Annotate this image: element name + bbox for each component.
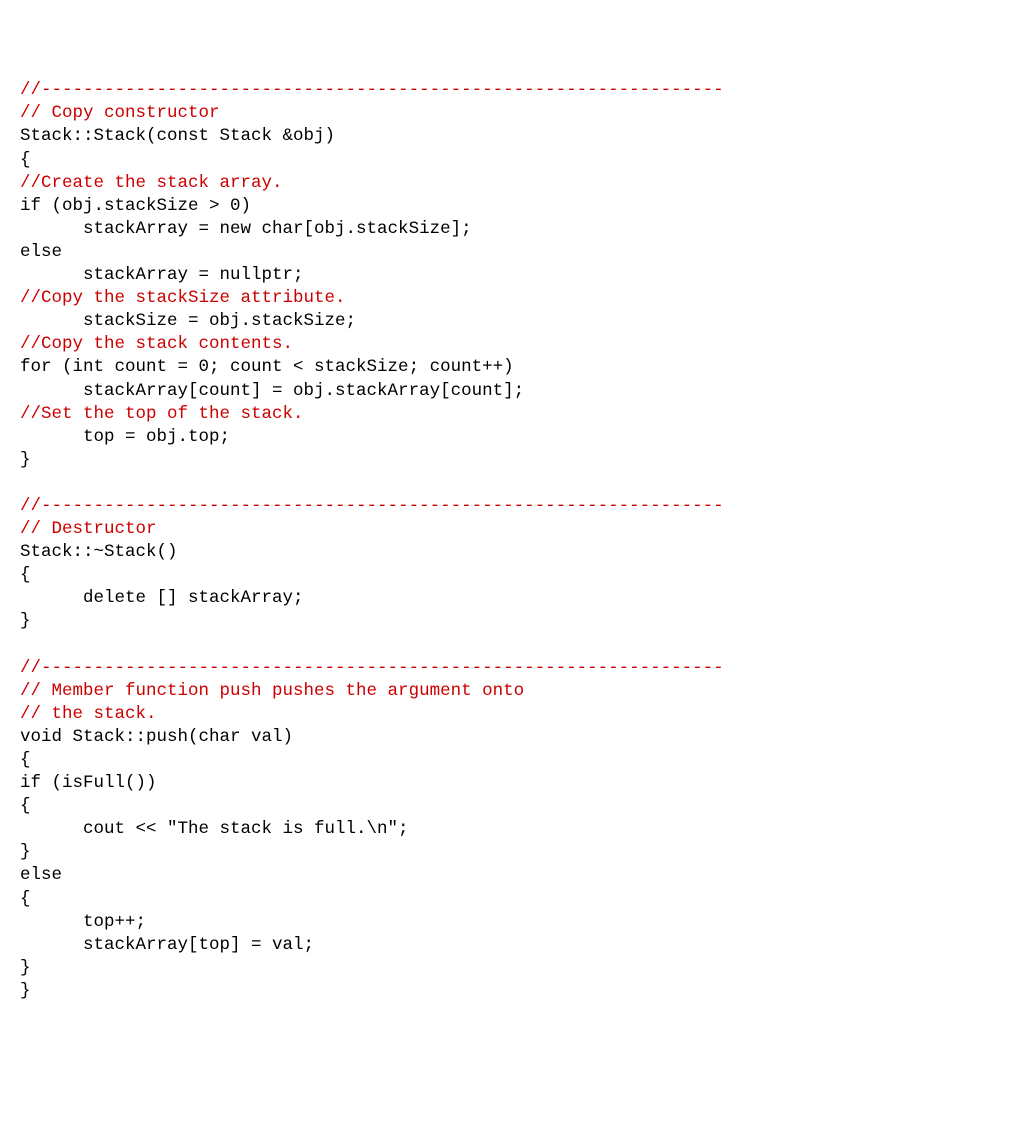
code-line: stackSize = obj.stackSize; <box>20 311 356 331</box>
code-line: { <box>20 796 31 816</box>
code-line: } <box>20 981 31 1001</box>
code-line: } <box>20 842 31 862</box>
code-line: //Set the top of the stack. <box>20 404 304 424</box>
code-line: if (isFull()) <box>20 773 157 793</box>
code-line: // Member function push pushes the argum… <box>20 681 524 701</box>
code-line: } <box>20 450 31 470</box>
code-line: // Destructor <box>20 519 157 539</box>
code-line: { <box>20 889 31 909</box>
code-line: if (obj.stackSize > 0) <box>20 196 251 216</box>
code-line: { <box>20 150 31 170</box>
code-line: void Stack::push(char val) <box>20 727 293 747</box>
code-line: stackArray = new char[obj.stackSize]; <box>20 219 472 239</box>
code-line: Stack::~Stack() <box>20 542 178 562</box>
code-line: top = obj.top; <box>20 427 230 447</box>
code-line: top++; <box>20 912 146 932</box>
code-line: // Copy constructor <box>20 103 220 123</box>
code-line: { <box>20 750 31 770</box>
code-line: //Create the stack array. <box>20 173 283 193</box>
code-line: //--------------------------------------… <box>20 496 724 516</box>
code-line: //Copy the stack contents. <box>20 334 293 354</box>
code-line: //Copy the stackSize attribute. <box>20 288 346 308</box>
code-line: // the stack. <box>20 704 157 724</box>
code-line: delete [] stackArray; <box>20 588 304 608</box>
code-line: stackArray[count] = obj.stackArray[count… <box>20 381 524 401</box>
code-line: Stack::Stack(const Stack &obj) <box>20 126 335 146</box>
code-line: stackArray[top] = val; <box>20 935 314 955</box>
code-line: { <box>20 565 31 585</box>
code-line: cout << "The stack is full.\n"; <box>20 819 409 839</box>
code-line: //--------------------------------------… <box>20 80 724 100</box>
code-block: //--------------------------------------… <box>20 79 1004 1003</box>
code-line: else <box>20 865 62 885</box>
code-line: } <box>20 958 31 978</box>
code-line: //--------------------------------------… <box>20 658 724 678</box>
code-line: for (int count = 0; count < stackSize; c… <box>20 357 514 377</box>
code-line: else <box>20 242 62 262</box>
code-line: stackArray = nullptr; <box>20 265 304 285</box>
code-line: } <box>20 611 31 631</box>
